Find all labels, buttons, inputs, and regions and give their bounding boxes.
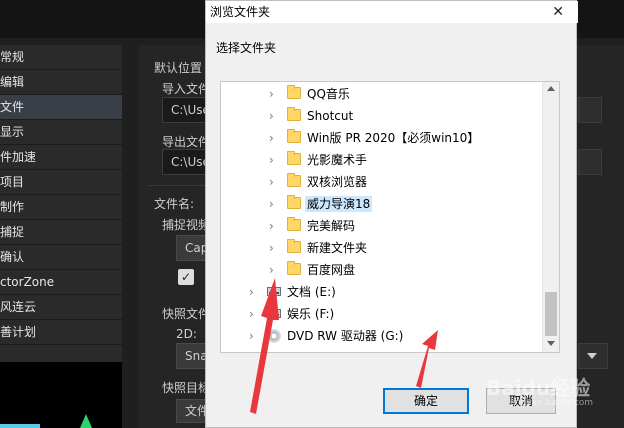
- tree-item-nikon-magic[interactable]: › 光影魔术手: [221, 149, 543, 171]
- tree-item-label: Shotcut: [307, 109, 354, 123]
- import-browse-button[interactable]: [578, 97, 602, 123]
- tree-item-label: 百度网盘: [307, 263, 356, 277]
- tree-item-new-folder[interactable]: › 新建文件夹: [221, 237, 543, 259]
- sidebar-item-display[interactable]: 显示: [0, 120, 122, 145]
- tree-item-drive-e[interactable]: › 文档 (E:): [221, 281, 543, 303]
- tree-item-label: 新建文件夹: [307, 241, 368, 255]
- chevron-right-icon[interactable]: ›: [249, 329, 259, 343]
- snapshot-target-label: 快照目标: [162, 381, 211, 395]
- sidebar-item-project[interactable]: 项目: [0, 170, 122, 195]
- sidebar-item-directorzone[interactable]: ctorZone: [0, 270, 122, 295]
- scroll-up-icon[interactable]: [547, 86, 555, 91]
- tree-item-dvd-g[interactable]: › DVD RW 驱动器 (G:): [221, 325, 543, 347]
- tree-item-label: 威力导演18: [305, 196, 373, 212]
- preview-thumbnail: [0, 362, 122, 428]
- chevron-right-icon[interactable]: ›: [269, 109, 279, 123]
- scroll-down-icon[interactable]: [547, 341, 555, 346]
- chevron-right-icon[interactable]: ›: [269, 87, 279, 101]
- tree-item-label: Win版 PR 2020【必须win10】: [307, 131, 480, 145]
- folder-icon: [287, 151, 301, 165]
- tree-item-shotcut[interactable]: › Shotcut: [221, 105, 543, 127]
- tree-item-perfect-decoder[interactable]: › 完美解码: [221, 215, 543, 237]
- watermark-logo: Baidu经验: [486, 376, 591, 400]
- tree-item-label: 文档 (E:): [287, 285, 336, 299]
- folder-icon: [287, 173, 301, 187]
- folder-icon: [287, 129, 301, 143]
- tree-item-baidu-netdisk[interactable]: › 百度网盘: [221, 259, 543, 281]
- folder-icon: [287, 195, 301, 209]
- folder-icon: [287, 107, 301, 121]
- chevron-right-icon[interactable]: ›: [269, 131, 279, 145]
- divider: [148, 185, 208, 186]
- sidebar-item-file[interactable]: 文件: [0, 95, 122, 120]
- export-folder-label: 导出文件: [162, 135, 211, 149]
- preview-accent-bar: [0, 424, 40, 428]
- disc-icon: [267, 329, 281, 343]
- sidebar-item-confirm[interactable]: 确认: [0, 245, 122, 270]
- chevron-right-icon[interactable]: ›: [269, 241, 279, 255]
- tree-item-drive-f[interactable]: › 娱乐 (F:): [221, 303, 543, 325]
- close-icon[interactable]: ✕: [552, 4, 564, 20]
- watermark-url: jingyan.baidu.com: [510, 398, 594, 408]
- folder-tree[interactable]: › QQ音乐 › Shotcut › Win版 PR 2020【必须win10】…: [220, 81, 560, 353]
- tree-item-powerdirector18[interactable]: › 威力导演18: [221, 193, 543, 215]
- filename-label: 文件名:: [154, 197, 195, 211]
- capture-video-label: 捕捉视频: [162, 218, 211, 232]
- drive-icon: [267, 309, 281, 318]
- tree-item-dual-browser[interactable]: › 双核浏览器: [221, 171, 543, 193]
- browse-folder-dialog: 浏览文件夹 ✕ 选择文件夹 › QQ音乐 › Shotcut › Win版 PR…: [205, 0, 578, 428]
- sidebar-item-production[interactable]: 制作: [0, 195, 122, 220]
- tree-item-label: QQ音乐: [307, 87, 350, 101]
- preview-accent-shape: [80, 414, 92, 428]
- tree-item-qqmusic[interactable]: › QQ音乐: [221, 83, 543, 105]
- tree-item-label: 完美解码: [307, 219, 356, 233]
- folder-icon: [287, 85, 301, 99]
- chevron-down-icon: [587, 353, 597, 359]
- import-folder-label: 导入文件: [162, 82, 211, 96]
- export-browse-button[interactable]: [578, 149, 602, 175]
- snapshot-file-label: 快照文件: [162, 307, 211, 321]
- dialog-prompt: 选择文件夹: [216, 41, 277, 55]
- chevron-right-icon[interactable]: ›: [269, 263, 279, 277]
- sidebar-item-capture[interactable]: 捕捉: [0, 220, 122, 245]
- tree-item-win-pr2020[interactable]: › Win版 PR 2020【必须win10】: [221, 127, 543, 149]
- ok-button[interactable]: 确定: [383, 388, 469, 414]
- tree-scrollbar[interactable]: [542, 82, 559, 352]
- tree-item-label: DVD RW 驱动器 (G:): [287, 329, 404, 343]
- sidebar-item-improvement-plan[interactable]: 善计划: [0, 320, 122, 345]
- sidebar-item-edit[interactable]: 编辑: [0, 70, 122, 95]
- chevron-right-icon[interactable]: ›: [269, 197, 279, 211]
- snapshot-2d-label: 2D:: [176, 327, 197, 341]
- capture-checkbox[interactable]: ✓: [178, 269, 194, 285]
- dialog-title: 浏览文件夹: [206, 1, 578, 23]
- default-location-label: 默认位置: [154, 61, 203, 75]
- tree-item-label: 娱乐 (F:): [287, 307, 335, 321]
- screen: 常规 编辑 文件 显示 件加速 项目 制作 捕捉 确认 ctorZone 风连云…: [0, 0, 624, 428]
- folder-icon: [287, 217, 301, 231]
- sidebar-item-hardware-acceleration[interactable]: 件加速: [0, 145, 122, 170]
- chevron-right-icon[interactable]: ›: [249, 307, 259, 321]
- tree-item-label: 光影魔术手: [307, 153, 368, 167]
- folder-icon: [287, 261, 301, 275]
- sidebar-item-general[interactable]: 常规: [0, 45, 122, 70]
- chevron-right-icon[interactable]: ›: [269, 175, 279, 189]
- chevron-right-icon[interactable]: ›: [249, 285, 259, 299]
- scrollbar-thumb[interactable]: [545, 292, 557, 336]
- chevron-right-icon[interactable]: ›: [269, 219, 279, 233]
- folder-icon: [287, 239, 301, 253]
- sidebar-item-cloud[interactable]: 风连云: [0, 295, 122, 320]
- drive-icon: [267, 287, 281, 296]
- chevron-right-icon[interactable]: ›: [269, 153, 279, 167]
- tree-item-label: 双核浏览器: [307, 175, 368, 189]
